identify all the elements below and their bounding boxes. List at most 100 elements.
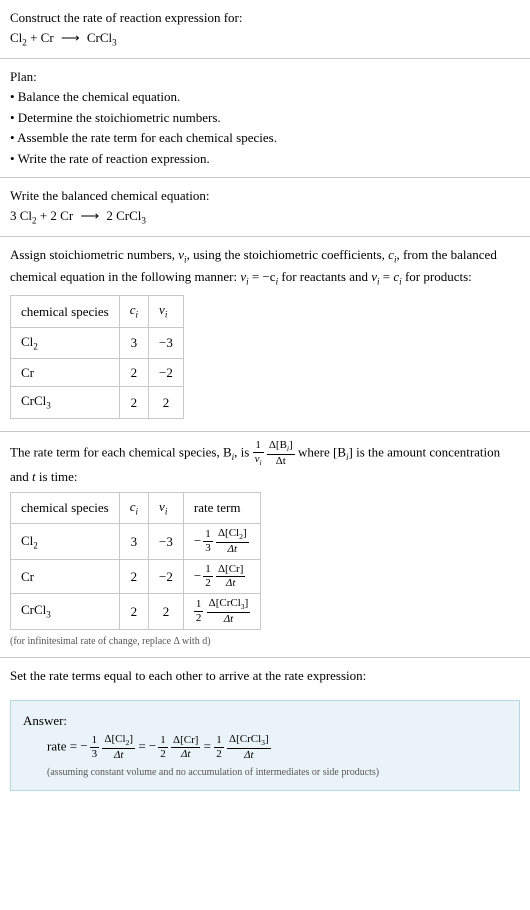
sub-i: i <box>136 310 139 320</box>
sub-i: i <box>165 310 168 320</box>
denominator: 3 <box>90 748 100 760</box>
table-row: Cr 2 −2 <box>11 358 184 387</box>
text: for products: <box>402 269 472 284</box>
rateterm-section: The rate term for each chemical species,… <box>0 432 530 657</box>
fraction: Δ[Cr]Δt <box>216 564 245 589</box>
delta-b: Δ[B <box>269 439 287 451</box>
table-row: CrCl3 2 2 <box>11 387 184 418</box>
denominator: 2 <box>203 577 213 589</box>
cell-nui: −2 <box>149 560 184 594</box>
minus: − <box>194 533 201 548</box>
minus: − <box>194 568 201 583</box>
plan-item: • Determine the stoichiometric numbers. <box>10 108 520 128</box>
denominator: νi <box>253 453 264 467</box>
col-species: chemical species <box>11 493 120 524</box>
col-species: chemical species <box>11 296 120 327</box>
denominator: Δt <box>171 748 200 760</box>
conc: Δ[CrCl <box>229 733 261 745</box>
plus-cr: + Cr <box>27 30 57 45</box>
denominator: Δt <box>216 543 249 555</box>
table-header-row: chemical species ci νi <box>11 296 184 327</box>
plan-section: Plan: • Balance the chemical equation. •… <box>0 59 530 178</box>
fraction: 12 <box>203 564 213 589</box>
text: , is <box>234 444 252 459</box>
balanced-equation: 3 Cl2 + 2 Cr ⟶ 2 CrCl3 <box>10 206 520 228</box>
text: for reactants and <box>278 269 371 284</box>
col-nui: νi <box>149 296 184 327</box>
mid: + 2 Cr <box>37 208 77 223</box>
table-row: Cr 2 −2 −12 Δ[Cr]Δt <box>11 560 261 594</box>
answer-label: Answer: <box>23 711 507 731</box>
fraction: Δ[CrCl3]Δt <box>227 734 271 761</box>
equals: = <box>200 738 214 753</box>
minus: − <box>80 738 87 753</box>
plan-item: • Balance the chemical equation. <box>10 87 520 107</box>
denominator: 3 <box>203 542 213 554</box>
sub-i: i <box>136 507 139 517</box>
fraction: 13 <box>90 735 100 760</box>
col-ci: ci <box>119 493 148 524</box>
cell-nui: −3 <box>149 524 184 560</box>
final-section: Set the rate terms equal to each other t… <box>0 658 530 694</box>
cell-nui: 2 <box>149 594 184 630</box>
cell-ci: 2 <box>119 387 148 418</box>
numerator: 1 <box>203 529 213 542</box>
fraction: Δ[Bi]Δt <box>267 440 295 467</box>
fraction: 12 <box>194 599 204 624</box>
close: ] <box>265 733 269 745</box>
table-row: Cl2 3 −3 −13 Δ[Cl2]Δt <box>11 524 261 560</box>
plan-item: • Assemble the rate term for each chemic… <box>10 128 520 148</box>
cell-rate: 12 Δ[CrCl3]Δt <box>183 594 260 630</box>
cell-rate: −13 Δ[Cl2]Δt <box>183 524 260 560</box>
cell-nui: −3 <box>149 327 184 358</box>
sub-i: i <box>377 277 380 287</box>
rateterm-table: chemical species ci νi rate term Cl2 3 −… <box>10 492 261 630</box>
species: CrCl <box>21 393 46 408</box>
denominator: Δt <box>227 749 271 761</box>
sub: 2 <box>33 341 38 351</box>
cell-nui: 2 <box>149 387 184 418</box>
sub: 3 <box>46 610 51 620</box>
numerator: Δ[Cr] <box>216 564 245 577</box>
sub: 3 <box>141 215 146 225</box>
answer-equation: rate = −13 Δ[Cl2]Δt = −12 Δ[Cr]Δt = 12 Δ… <box>47 734 507 761</box>
numerator: Δ[CrCl3] <box>227 734 271 749</box>
reactant-cl: Cl <box>10 30 22 45</box>
balanced-title: Write the balanced chemical equation: <box>10 186 520 206</box>
cell-ci: 3 <box>119 524 148 560</box>
eq: = −c <box>249 269 276 284</box>
cell-ci: 2 <box>119 358 148 387</box>
plan-item: • Write the rate of reaction expression. <box>10 149 520 169</box>
numerator: 1 <box>194 599 204 612</box>
answer-note: (assuming constant volume and no accumul… <box>47 765 507 780</box>
cell-ci: 3 <box>119 327 148 358</box>
text: , using the stoichiometric coefficients, <box>187 247 389 262</box>
sub-i: i <box>259 458 261 467</box>
fraction: 12 <box>214 735 224 760</box>
numerator: Δ[Cl2] <box>216 528 249 543</box>
infinitesimal-note: (for infinitesimal rate of change, repla… <box>10 634 520 649</box>
product-crcl: CrCl <box>84 30 113 45</box>
numerator: Δ[Cl2] <box>102 734 135 749</box>
minus: − <box>149 738 156 753</box>
conc: Δ[CrCl <box>209 597 241 609</box>
denominator: Δt <box>267 455 295 467</box>
plan-list: • Balance the chemical equation. • Deter… <box>10 87 520 168</box>
text: The rate term for each chemical species,… <box>10 444 232 459</box>
fraction: Δ[Cl2]Δt <box>102 734 135 761</box>
text: where [B <box>298 444 346 459</box>
species: Cl <box>21 533 33 548</box>
numerator: 1 <box>158 735 168 748</box>
arrow-icon: ⟶ <box>80 206 99 226</box>
plan-title: Plan: <box>10 67 520 87</box>
prompt-header: Construct the rate of reaction expressio… <box>0 0 530 58</box>
denominator: 2 <box>214 748 224 760</box>
denominator: Δt <box>207 613 251 625</box>
cell-species: CrCl3 <box>11 594 120 630</box>
final-title: Set the rate terms equal to each other t… <box>10 666 520 686</box>
cell-species: Cr <box>11 560 120 594</box>
numerator: 1 <box>253 440 264 453</box>
balanced-section: Write the balanced chemical equation: 3 … <box>0 178 530 236</box>
close: ] <box>245 597 249 609</box>
denominator: Δt <box>216 577 245 589</box>
